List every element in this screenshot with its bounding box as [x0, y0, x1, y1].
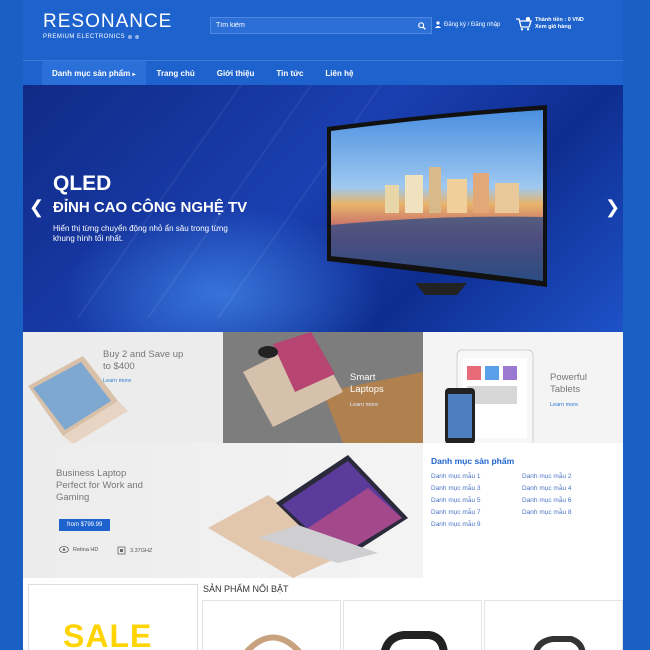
cart-total: Thành tiền : 0 VND	[535, 17, 584, 23]
promo-learn-more[interactable]: Learn more	[550, 402, 578, 408]
category-link[interactable]: Danh mục mẫu 2	[522, 471, 572, 483]
watch-image	[533, 636, 586, 650]
tv-image	[327, 105, 547, 295]
search-icon	[418, 22, 426, 30]
laptop-image	[208, 455, 408, 578]
cart-view-link[interactable]: Xem giỏ hàng	[535, 24, 584, 31]
watch-image	[381, 631, 448, 650]
logo-tagline: PREMIUM ELECTRONICS	[43, 34, 172, 40]
category-title: Danh mục sản phẩm	[431, 456, 515, 466]
headphones-image	[244, 634, 302, 650]
business-title: Business Laptop Perfect for Work and Gam…	[56, 468, 143, 503]
main-nav: Danh mục sản phẩm ▸ Trang chủ Giới thiệu…	[23, 60, 623, 86]
category-panel: Danh mục sản phẩm Danh mục mẫu 1 Danh mụ…	[423, 443, 623, 578]
hero-prev-button[interactable]: ❮	[29, 197, 44, 218]
promo-title: Buy 2 and Save up to $400	[103, 349, 184, 372]
logo-name: RESONANCE	[43, 11, 173, 32]
product-card[interactable]	[202, 600, 341, 650]
category-link[interactable]: Danh mục mẫu 3	[431, 483, 481, 495]
chevron-right-icon: ❯	[605, 197, 621, 217]
nav-item-categories[interactable]: Danh mục sản phẩm ▸	[42, 60, 146, 86]
login-label: Đăng ký / Đăng nhập	[444, 21, 501, 28]
hero-title: QLED	[53, 172, 112, 195]
logo-sub: PREMIUM ELECTRONICS	[43, 34, 126, 40]
login-link[interactable]: Đăng ký / Đăng nhập	[435, 21, 500, 28]
promo-learn-more[interactable]: Learn more	[103, 378, 131, 384]
category-link[interactable]: Danh mục mẫu 8	[522, 507, 572, 519]
nav-item-label: Danh mục sản phẩm	[52, 68, 131, 78]
nav-item-home[interactable]: Trang chủ	[146, 61, 206, 86]
feature-retina: Retina HD	[59, 546, 98, 553]
featured-products-title: SẢN PHẨM NỔI BẬT	[203, 584, 289, 594]
promo-title: Smart Laptops	[350, 372, 384, 395]
chevron-left-icon: ❮	[29, 197, 45, 217]
category-link[interactable]: Danh mục mẫu 5	[431, 495, 481, 507]
category-column-right: Danh mục mẫu 2 Danh mục mẫu 4 Danh mục m…	[522, 471, 572, 519]
category-column-left: Danh mục mẫu 1 Danh mục mẫu 3 Danh mục m…	[431, 471, 481, 531]
feature-label: 3.37GHZ	[130, 547, 153, 554]
chip-icon	[117, 546, 126, 555]
promo-tile-smart-laptops[interactable]: Smart Laptops Learn more	[223, 332, 423, 443]
category-link[interactable]: Danh mục mẫu 9	[431, 519, 481, 531]
logo-dot-icon	[128, 35, 133, 39]
search-bar	[210, 17, 432, 34]
category-link[interactable]: Danh mục mẫu 7	[431, 507, 481, 519]
product-card[interactable]	[484, 600, 623, 650]
sale-banner[interactable]: SALE	[28, 584, 198, 650]
promo-title: Powerful Tablets	[550, 372, 587, 395]
user-icon	[435, 21, 441, 28]
sale-text: SALE	[63, 618, 153, 650]
promo-tile-tablets[interactable]: Powerful Tablets Learn more	[423, 332, 623, 443]
category-link[interactable]: Danh mục mẫu 4	[522, 483, 572, 495]
cart-text: Thành tiền : 0 VND Xem giỏ hàng	[535, 17, 584, 31]
hero-next-button[interactable]: ❯	[605, 197, 620, 218]
logo[interactable]: RESONANCE PREMIUM ELECTRONICS	[43, 11, 173, 41]
search-input[interactable]	[211, 22, 411, 29]
promo-learn-more[interactable]: Learn more	[350, 402, 378, 408]
page-container: RESONANCE PREMIUM ELECTRONICS Đăng ký /	[23, 0, 623, 650]
promo-tile-save[interactable]: Buy 2 and Save up to $400 Learn more	[23, 332, 223, 443]
feature-cpu: 3.37GHZ	[117, 546, 152, 555]
nav-item-news[interactable]: Tin tức	[265, 61, 314, 86]
product-card[interactable]	[343, 600, 482, 650]
cart-widget[interactable]: Thành tiền : 0 VND Xem giỏ hàng	[516, 17, 584, 31]
hero-subtitle: ĐỈNH CAO CÔNG NGHỆ TV	[53, 199, 248, 216]
nav-item-about[interactable]: Giới thiệu	[206, 61, 266, 86]
eye-icon	[59, 546, 69, 553]
category-link[interactable]: Danh mục mẫu 1	[431, 471, 481, 483]
feature-label: Retina HD	[73, 546, 99, 553]
site-header: RESONANCE PREMIUM ELECTRONICS Đăng ký /	[23, 0, 623, 60]
tablet-image	[445, 349, 534, 443]
search-button[interactable]	[415, 19, 429, 33]
business-price-button[interactable]: from $799.99	[59, 519, 111, 531]
business-laptop-banner[interactable]: Business Laptop Perfect for Work and Gam…	[23, 443, 423, 578]
hero-banner[interactable]: QLED ĐỈNH CAO CÔNG NGHỆ TV Hiển thị từng…	[23, 85, 623, 332]
cart-icon	[516, 17, 532, 31]
hero-description: Hiển thị từng chuyển động nhỏ ẩn sâu tro…	[53, 224, 228, 243]
caret-right-icon: ▸	[132, 71, 136, 78]
nav-item-contact[interactable]: Liên hệ	[314, 61, 364, 86]
logo-dot-icon	[135, 35, 140, 39]
category-link[interactable]: Danh mục mẫu 6	[522, 495, 572, 507]
